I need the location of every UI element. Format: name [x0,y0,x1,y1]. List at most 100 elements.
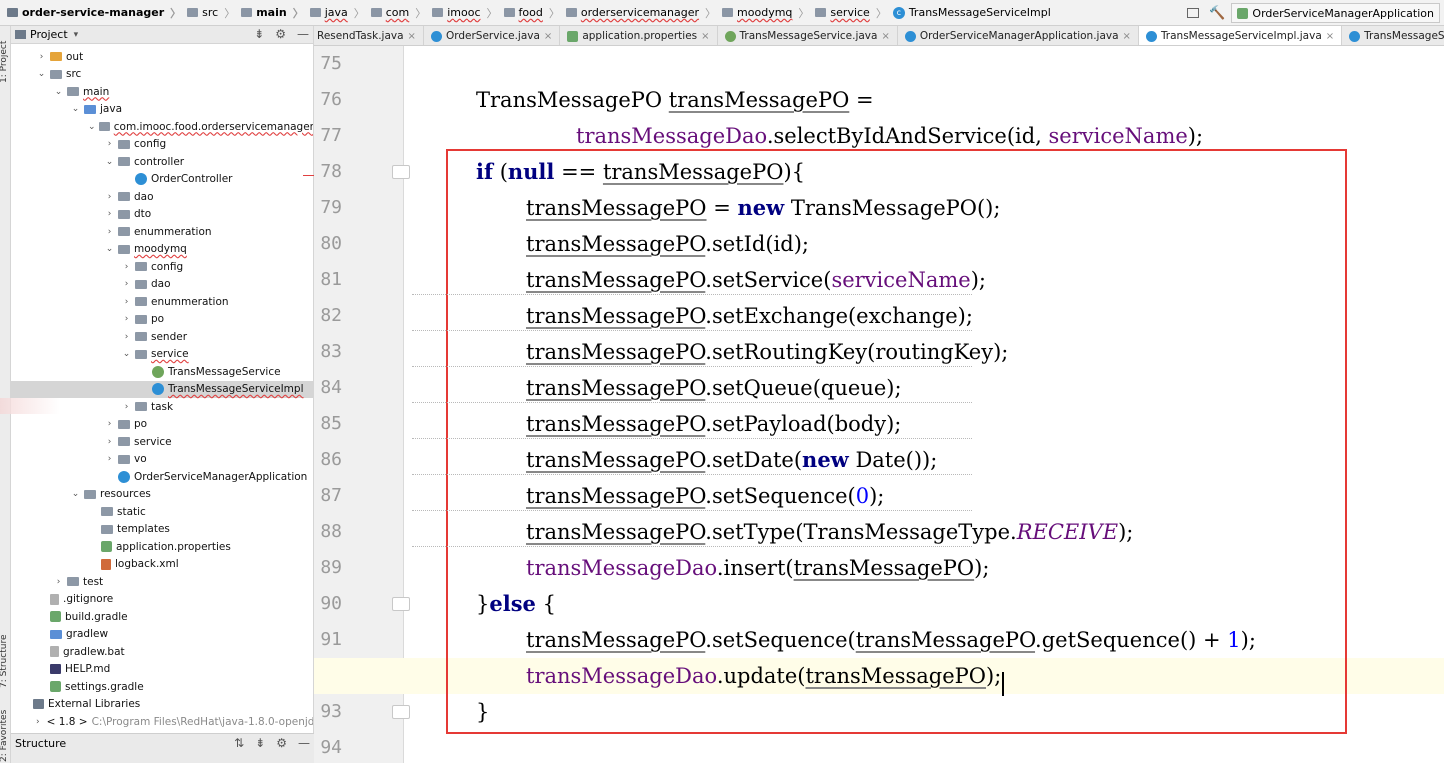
code-line[interactable]: transMessagePO = new TransMessagePO(); [314,190,1444,226]
run-configuration-select[interactable]: OrderServiceManagerApplication [1231,3,1440,23]
breadcrumb-item[interactable]: food 〉 [501,5,563,21]
expand-arrow-icon[interactable]: ⌄ [104,244,115,254]
expand-arrow-icon[interactable]: › [104,209,115,219]
editor-tab[interactable]: OrderServiceManagerApplication.java × [898,26,1139,45]
gear-icon[interactable]: ⚙ [275,27,286,41]
tree-item[interactable]: › enummeration [11,223,313,240]
expand-arrow-icon[interactable]: ⌄ [70,104,81,114]
close-tab-icon[interactable]: × [544,31,552,42]
collapse-icon[interactable]: ⇟ [254,27,264,41]
tree-item[interactable]: › config [11,136,313,153]
tree-item[interactable]: ⌄ resources [11,486,313,503]
code-line[interactable] [314,730,1444,763]
tree-item[interactable]: ⌄ service [11,346,313,363]
tree-item[interactable]: OrderServiceManagerApplication [11,468,313,485]
editor-tab[interactable]: TransMessageSender.java× [1342,26,1444,45]
breadcrumb-item[interactable]: service 〉 [812,5,889,21]
code-line[interactable]: transMessagePO.setSequence(transMessageP… [314,622,1444,658]
gear-icon[interactable]: ⚙ [276,736,287,750]
tree-item[interactable]: › po [11,311,313,328]
tree-item[interactable]: gradlew [11,626,313,643]
close-tab-icon[interactable]: × [881,31,889,42]
tree-item[interactable]: static [11,503,313,520]
editor-tab[interactable]: OrderService.java × [424,26,561,45]
close-tab-icon[interactable]: × [1326,31,1334,42]
expand-arrow-icon[interactable]: › [104,419,115,429]
expand-arrow-icon[interactable]: ⌄ [87,122,96,132]
hide-icon[interactable]: — [297,27,309,41]
hide-icon[interactable]: — [298,736,310,750]
tree-item[interactable]: .gitignore [11,591,313,608]
breadcrumb-item[interactable]: java 〉 [307,5,368,21]
breadcrumb-item[interactable]: moodymq 〉 [719,5,812,21]
breadcrumb-item[interactable]: c TransMessageServiceImpl [890,6,1054,19]
dropdown-icon[interactable]: ▾ [74,30,79,40]
code-line[interactable]: } [314,694,1444,730]
expand-arrow-icon[interactable]: ⌄ [104,157,115,167]
structure-tool-tab[interactable]: 7: Structure [0,626,11,696]
code-line[interactable]: transMessageDao.update(transMessagePO); [314,658,1444,696]
tree-item[interactable]: › test [11,573,313,590]
expand-arrow-icon[interactable]: ⌄ [53,87,64,97]
expand-arrow-icon[interactable]: › [36,717,40,727]
code-line[interactable]: transMessageDao.selectByIdAndService(id,… [314,118,1444,154]
tree-item[interactable]: TransMessageService [11,363,313,380]
tree-item[interactable]: ⌄ java [11,101,313,118]
tree-item[interactable]: application.properties [11,538,313,555]
favorites-tool-tab[interactable]: 2: Favorites [0,706,11,766]
breadcrumb-item[interactable]: com 〉 [368,5,430,21]
expand-arrow-icon[interactable]: ⌄ [121,349,132,359]
project-panel-title[interactable]: Project [30,28,68,41]
close-tab-icon[interactable]: × [408,31,416,42]
code-line[interactable]: transMessagePO.setId(id); [314,226,1444,262]
breadcrumb-item[interactable]: src 〉 [184,5,238,21]
tree-item[interactable]: HELP.md [11,661,313,678]
editor-tab[interactable]: ResendTask.java × [314,26,424,45]
expand-arrow-icon[interactable]: › [104,437,115,447]
code-editor[interactable]: 7576777879808182838485868788899091929394… [314,46,1444,763]
project-tool-tab[interactable]: 1: Project [0,32,11,92]
editor-tab[interactable]: application.properties × [560,26,718,45]
tree-item[interactable]: › service [11,433,313,450]
breadcrumb-item[interactable]: orderservicemanager 〉 [563,5,719,21]
tree-item[interactable]: gradlew.bat [11,643,313,660]
tree-item[interactable]: ⌄ com.imooc.food.orderservicemanager [11,118,313,135]
sort-icon[interactable]: ⇅ [234,736,244,750]
breadcrumb-item[interactable]: imooc 〉 [429,5,500,21]
expand-arrow-icon[interactable]: › [121,332,132,342]
tree-item[interactable]: › config [11,258,313,275]
tree-item[interactable]: › dto [11,206,313,223]
expand-arrow-icon[interactable]: › [104,192,115,202]
expand-arrow-icon[interactable]: › [104,139,115,149]
expand-arrow-icon[interactable]: › [121,279,132,289]
expand-arrow-icon[interactable]: ⌄ [36,69,47,79]
expand-arrow-icon[interactable]: › [121,402,132,412]
expand-arrow-icon[interactable]: ⌄ [70,489,81,499]
code-line[interactable]: transMessageDao.insert(transMessagePO); [314,550,1444,586]
tree-item[interactable]: ⌄ main [11,83,313,100]
tree-item[interactable]: › enummeration [11,293,313,310]
expand-arrow-icon[interactable]: › [104,454,115,464]
expand-arrow-icon[interactable]: › [121,262,132,272]
tree-item[interactable]: › vo [11,451,313,468]
code-line[interactable]: TransMessagePO transMessagePO = [314,82,1444,118]
editor-tab[interactable]: TransMessageService.java × [718,26,898,45]
tree-item[interactable]: › po [11,416,313,433]
tree-item[interactable]: settings.gradle [11,678,313,695]
expand-arrow-icon[interactable]: › [53,577,64,587]
tree-item[interactable]: ⌄ src [11,66,313,83]
editor-tab[interactable]: TransMessageServiceImpl.java × [1138,26,1343,45]
tree-item[interactable]: build.gradle [11,608,313,625]
close-tab-icon[interactable]: × [701,31,709,42]
tree-item[interactable]: TransMessageServiceImpl [11,380,313,398]
expand-arrow-icon[interactable]: › [104,227,115,237]
build-hammer-icon[interactable]: 🔨 [1209,6,1225,21]
tree-item[interactable]: › dao [11,188,313,205]
code-line[interactable]: if (null == transMessagePO){ [314,154,1444,190]
expand-arrow-icon[interactable]: › [121,314,132,324]
tree-item[interactable]: › dao [11,276,313,293]
expand-arrow-icon[interactable]: › [36,52,47,62]
tree-item[interactable]: ⌄ controller [11,153,313,170]
tree-item[interactable]: External Libraries [11,696,313,713]
code-line[interactable] [314,46,1444,82]
